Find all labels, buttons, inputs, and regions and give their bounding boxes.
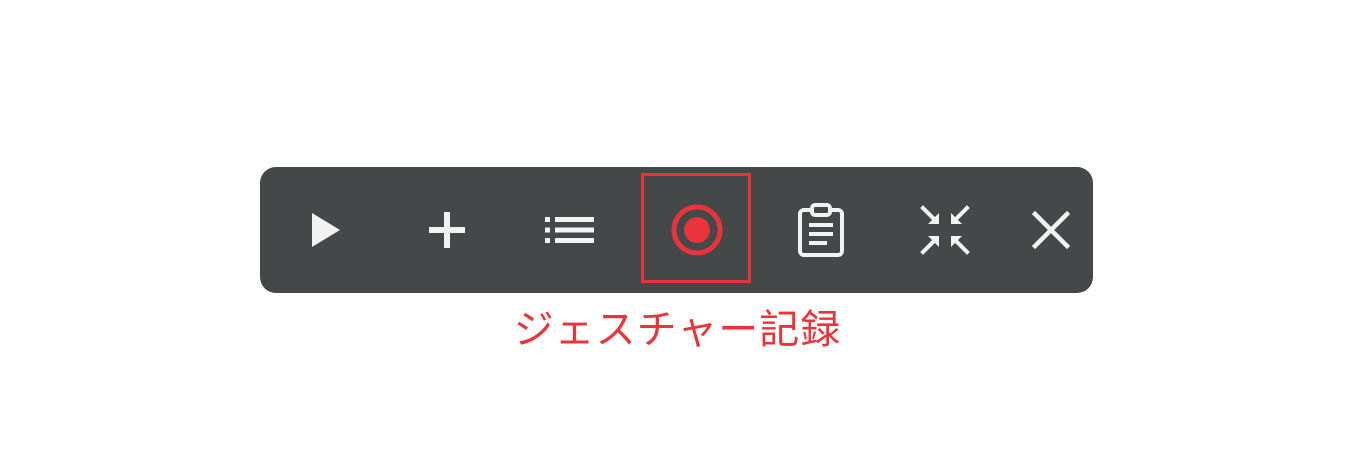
- play-icon: [312, 213, 340, 247]
- close-icon: [1031, 210, 1071, 250]
- record-gesture-button[interactable]: [644, 167, 750, 293]
- annotation-label: ジェスチャー記録: [513, 307, 842, 353]
- list-icon: [545, 217, 594, 243]
- clipboard-button[interactable]: [792, 167, 850, 293]
- play-button[interactable]: [300, 167, 352, 293]
- collapse-arrows-icon: [920, 205, 970, 255]
- add-button[interactable]: [420, 167, 474, 293]
- list-button[interactable]: [542, 167, 598, 293]
- collapse-button[interactable]: [916, 167, 974, 293]
- clipboard-icon: [798, 203, 844, 257]
- record-icon: [671, 204, 723, 256]
- plus-icon: [429, 212, 465, 248]
- close-button[interactable]: [1026, 167, 1076, 293]
- screen: ジェスチャー記録: [0, 0, 1355, 458]
- floating-toolbar: [260, 167, 1093, 293]
